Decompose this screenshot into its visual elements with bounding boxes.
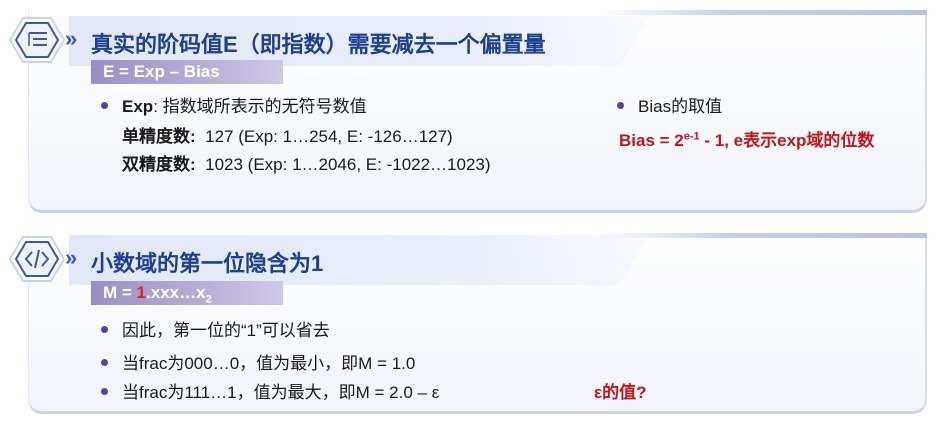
list-icon — [9, 17, 65, 63]
list-item: 因此，第一位的“1”可以省去 — [101, 316, 330, 341]
bullet-icon — [101, 359, 108, 367]
chevron-right-icon: » — [65, 26, 77, 51]
bias-formula-rest: - 1, e表示exp域的位数 — [699, 131, 875, 150]
list-item-text: 因此，第一位的“1”可以省去 — [122, 321, 330, 340]
section-title: 小数域的第一位隐含为1 — [91, 251, 324, 276]
mantissa-formula-leading-one: 1 — [136, 283, 147, 302]
double-precision-label: 双精度数: — [122, 155, 196, 174]
bullet-icon — [617, 102, 624, 110]
double-precision-row: 双精度数: 1023 (Exp: 1…2046, E: -1022…1023) — [122, 150, 491, 175]
mantissa-formula: M = 1.xxx…x2 — [91, 281, 283, 305]
list-item-exp: Exp: 指数域所表示的无符号数值 — [101, 92, 367, 117]
single-precision-label: 单精度数: — [122, 127, 196, 146]
code-icon — [9, 236, 65, 282]
list-item-text: 当frac为111…1，值为最大，即M = 2.0 – ε — [122, 383, 440, 402]
panel-accent-line — [597, 10, 927, 15]
list-item: 当frac为000…0，值为最小，即M = 1.0 — [101, 349, 415, 374]
bullet-icon — [101, 326, 108, 334]
mantissa-formula-rest: .xxx…x — [146, 283, 206, 302]
single-precision-value: 127 (Exp: 1…254, E: -126…127) — [205, 127, 453, 146]
chevron-right-icon: » — [65, 245, 77, 270]
list-item-text: 当frac为000…0，值为最小，即M = 1.0 — [122, 354, 416, 373]
mantissa-formula-subscript: 2 — [205, 293, 212, 306]
bullet-icon — [101, 388, 108, 396]
section-exponent: » 真实的阶码值E（即指数）需要减去一个偏置量 E = Exp – Bias E… — [9, 10, 927, 213]
bias-formula: Bias = 2e-1 - 1, e表示exp域的位数 — [619, 126, 874, 151]
section-title: 真实的阶码值E（即指数）需要减去一个偏置量 — [91, 32, 546, 57]
section-fraction: » 小数域的第一位隐含为1 M = 1.xxx…x2 因此，第一位的“1”可以省… — [9, 233, 927, 414]
list-item-bias: Bias的取值 — [617, 92, 722, 117]
exp-label: Exp — [122, 97, 154, 116]
bias-formula-base: Bias = 2 — [619, 131, 684, 150]
bias-formula-exponent: e-1 — [683, 130, 700, 143]
epsilon-note: ε的值? — [594, 383, 647, 402]
bias-label: Bias的取值 — [638, 97, 723, 116]
mantissa-formula-prefix: M = — [103, 283, 137, 302]
single-precision-row: 单精度数: 127 (Exp: 1…254, E: -126…127) — [122, 122, 453, 147]
double-precision-value: 1023 (Exp: 1…2046, E: -1022…1023) — [205, 155, 491, 174]
exp-description: : 指数域所表示的无符号数值 — [153, 97, 367, 116]
bullet-icon — [101, 102, 108, 110]
list-item: 当frac为111…1，值为最大，即M = 2.0 – ε — [101, 378, 439, 403]
exponent-formula: E = Exp – Bias — [91, 60, 283, 84]
